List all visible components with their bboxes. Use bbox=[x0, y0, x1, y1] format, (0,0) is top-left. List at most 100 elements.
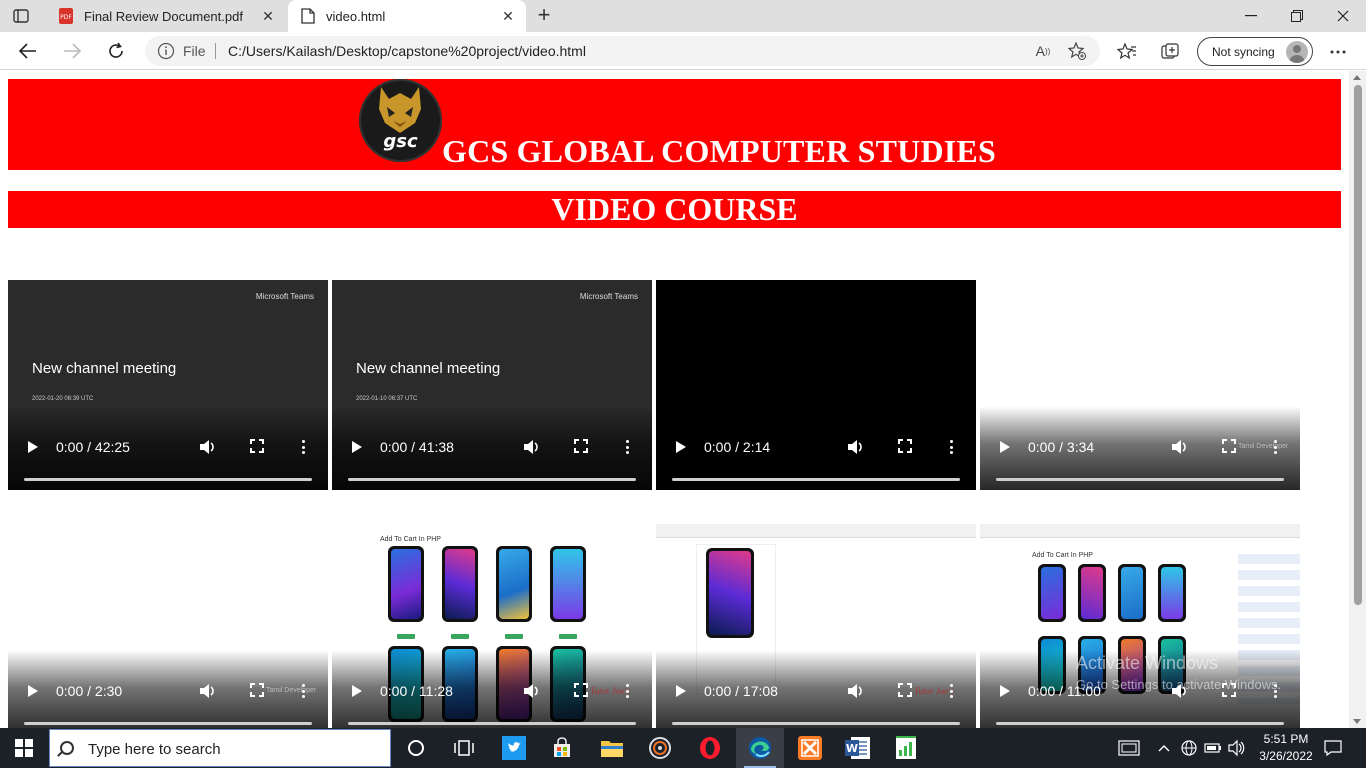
forward-button[interactable] bbox=[58, 37, 86, 65]
play-icon[interactable] bbox=[1000, 685, 1010, 697]
task-view-icon[interactable] bbox=[440, 728, 488, 768]
collections-icon[interactable] bbox=[1160, 41, 1182, 63]
taskbar-clock[interactable]: 5:51 PM 3/26/2022 bbox=[1254, 731, 1318, 765]
video-progress[interactable] bbox=[672, 722, 960, 725]
play-icon[interactable] bbox=[1000, 441, 1010, 453]
fullscreen-icon[interactable] bbox=[250, 683, 264, 697]
sheets-icon[interactable] bbox=[882, 728, 930, 768]
read-aloud-icon[interactable]: A)) bbox=[1033, 41, 1053, 61]
xampp-icon[interactable] bbox=[786, 728, 834, 768]
battery-icon[interactable] bbox=[1202, 728, 1224, 768]
close-tab-icon[interactable]: ✕ bbox=[258, 6, 278, 26]
minimize-button[interactable] bbox=[1228, 0, 1274, 32]
video-progress[interactable] bbox=[996, 722, 1284, 725]
video-player[interactable]: Add To Cart In PHP 0:00 / 11:28 Tutor Jo… bbox=[332, 524, 652, 728]
more-menu-icon[interactable] bbox=[1327, 41, 1349, 63]
restore-button[interactable] bbox=[1274, 0, 1320, 32]
chevron-up-icon[interactable] bbox=[1154, 728, 1174, 768]
tab-video-html[interactable]: video.html ✕ bbox=[288, 0, 526, 32]
media-player-icon[interactable] bbox=[636, 728, 684, 768]
volume-icon[interactable] bbox=[846, 682, 864, 700]
address-bar[interactable]: File C:/Users/Kailash/Desktop/capstone%2… bbox=[145, 36, 1100, 66]
volume-icon[interactable] bbox=[198, 438, 216, 456]
scroll-down-icon[interactable] bbox=[1353, 719, 1361, 724]
volume-icon[interactable] bbox=[1170, 438, 1188, 456]
video-progress[interactable] bbox=[348, 722, 636, 725]
volume-icon[interactable] bbox=[522, 438, 540, 456]
fullscreen-icon[interactable] bbox=[898, 439, 912, 453]
video-progress[interactable] bbox=[996, 478, 1284, 481]
sync-button[interactable]: Not syncing bbox=[1197, 37, 1313, 66]
word-icon[interactable]: W bbox=[834, 728, 882, 768]
more-options-icon[interactable] bbox=[302, 440, 305, 454]
play-icon[interactable] bbox=[676, 685, 686, 697]
video-player[interactable]: 0:00 / 17:08 Tutor Joe's bbox=[656, 524, 976, 728]
play-icon[interactable] bbox=[676, 441, 686, 453]
more-options-icon[interactable] bbox=[1274, 440, 1277, 454]
fullscreen-icon[interactable] bbox=[574, 439, 588, 453]
favorites-icon[interactable] bbox=[1116, 41, 1138, 63]
edge-icon[interactable] bbox=[736, 728, 784, 768]
volume-icon[interactable] bbox=[846, 438, 864, 456]
close-tab-icon[interactable]: ✕ bbox=[498, 6, 518, 26]
new-tab-button[interactable]: + bbox=[532, 4, 556, 28]
page-scrollbar[interactable] bbox=[1349, 71, 1366, 728]
scroll-up-icon[interactable] bbox=[1353, 75, 1361, 80]
more-options-icon[interactable] bbox=[626, 684, 629, 698]
add-favorite-icon[interactable] bbox=[1067, 41, 1087, 61]
video-player[interactable]: 0:00 / 2:30 Tamil Developer bbox=[8, 524, 328, 728]
video-player[interactable]: Microsoft Teams New channel meeting 2022… bbox=[332, 280, 652, 490]
video-player[interactable]: Add To Cart In PHP 0:00 / 11:00 bbox=[980, 524, 1300, 728]
phone-image bbox=[706, 548, 754, 638]
video-player[interactable]: 0:00 / 3:34 Tamil Developer bbox=[980, 280, 1300, 490]
url-text[interactable]: C:/Users/Kailash/Desktop/capstone%20proj… bbox=[228, 43, 586, 59]
video-player[interactable]: Microsoft Teams New channel meeting 2022… bbox=[8, 280, 328, 490]
action-center-mini-icon[interactable] bbox=[1114, 728, 1144, 768]
info-icon[interactable] bbox=[157, 42, 175, 60]
fullscreen-icon[interactable] bbox=[898, 683, 912, 697]
volume-icon[interactable] bbox=[522, 682, 540, 700]
activate-windows-subtitle: Go to Settings to activate Windows. bbox=[1076, 677, 1282, 692]
fullscreen-icon[interactable] bbox=[250, 439, 264, 453]
section-title: VIDEO COURSE bbox=[551, 191, 798, 227]
play-icon[interactable] bbox=[28, 685, 38, 697]
video-progress[interactable] bbox=[672, 478, 960, 481]
back-button[interactable] bbox=[14, 37, 42, 65]
tab-actions-icon[interactable] bbox=[10, 6, 32, 26]
play-icon[interactable] bbox=[352, 685, 362, 697]
more-options-icon[interactable] bbox=[950, 440, 953, 454]
video-player[interactable]: 0:00 / 2:14 bbox=[656, 280, 976, 490]
more-options-icon[interactable] bbox=[950, 684, 953, 698]
twitter-icon[interactable] bbox=[490, 728, 538, 768]
fullscreen-icon[interactable] bbox=[1222, 439, 1236, 453]
language-globe-icon[interactable] bbox=[1178, 728, 1200, 768]
refresh-button[interactable] bbox=[102, 37, 130, 65]
file-explorer-icon[interactable] bbox=[588, 728, 636, 768]
opera-icon[interactable] bbox=[686, 728, 734, 768]
more-options-icon[interactable] bbox=[626, 440, 629, 454]
notifications-icon[interactable] bbox=[1320, 728, 1346, 768]
cortana-icon[interactable] bbox=[392, 728, 440, 768]
clock-date: 3/26/2022 bbox=[1259, 749, 1313, 763]
volume-icon[interactable] bbox=[1226, 728, 1248, 768]
video-time: 0:00 / 11:28 bbox=[380, 683, 453, 699]
fullscreen-icon[interactable] bbox=[574, 683, 588, 697]
tab-final-review-pdf[interactable]: PDF Final Review Document.pdf ✕ bbox=[50, 0, 286, 32]
video-progress[interactable] bbox=[24, 478, 312, 481]
video-progress[interactable] bbox=[24, 722, 312, 725]
taskbar-search[interactable]: Type here to search bbox=[49, 729, 391, 767]
scrollbar-thumb[interactable] bbox=[1354, 85, 1362, 605]
play-icon[interactable] bbox=[28, 441, 38, 453]
svg-text:PDF: PDF bbox=[60, 14, 72, 21]
divider bbox=[215, 43, 216, 59]
close-window-button[interactable] bbox=[1320, 0, 1366, 32]
add-to-cart-button bbox=[505, 634, 523, 639]
more-options-icon[interactable] bbox=[302, 684, 305, 698]
phone-image bbox=[1078, 564, 1106, 622]
video-progress[interactable] bbox=[348, 478, 636, 481]
start-button[interactable] bbox=[0, 728, 48, 768]
play-icon[interactable] bbox=[352, 441, 362, 453]
store-icon[interactable] bbox=[538, 728, 586, 768]
tab-strip: PDF Final Review Document.pdf ✕ video.ht… bbox=[0, 0, 1366, 32]
volume-icon[interactable] bbox=[198, 682, 216, 700]
